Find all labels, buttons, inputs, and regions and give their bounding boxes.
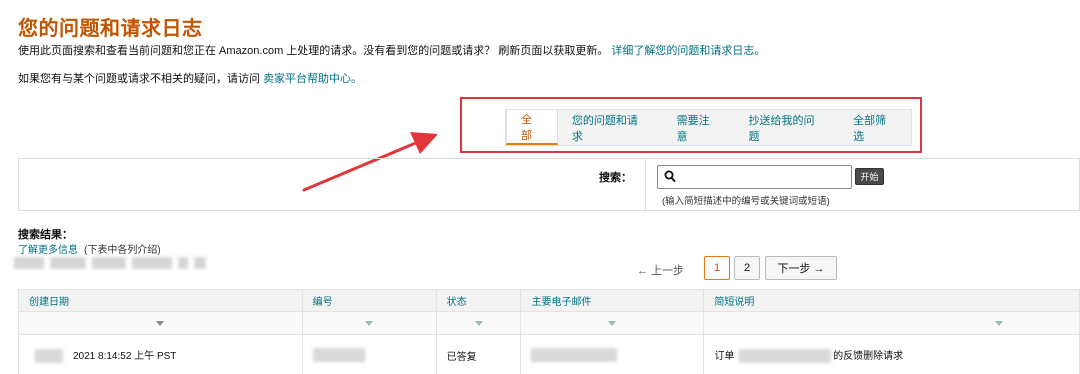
cell-email	[520, 334, 705, 374]
search-panel	[18, 158, 1080, 211]
help-text: 如果您有与某个问题或请求不相关的疑问，请访问 卖家平台帮助中心。	[18, 70, 362, 86]
seller-help-center-link[interactable]: 卖家平台帮助中心。	[263, 73, 362, 85]
redacted-block	[194, 257, 206, 269]
tab-your-issues[interactable]: 您的问题和请求	[558, 110, 663, 145]
start-search-button[interactable]: 开始	[855, 168, 884, 185]
filter-cell	[435, 311, 522, 335]
help-description: 如果您有与某个问题或请求不相关的疑问，请访问	[18, 73, 260, 85]
learn-more-note: (下表中各列介绍)	[84, 245, 161, 256]
filter-cell	[703, 311, 1080, 335]
redacted-block	[35, 349, 63, 364]
column-primary-email[interactable]: 主要电子邮件	[520, 289, 705, 312]
redacted-block	[92, 257, 126, 269]
intro-text: 使用此页面搜索和查看当前问题和您正在 Amazon.com 上处理的请求。没有看…	[18, 42, 765, 58]
tab-all-filters[interactable]: 全部筛选	[839, 110, 911, 145]
sort-down-icon[interactable]	[156, 320, 165, 326]
redacted-block	[312, 348, 365, 362]
description-prefix: 订单	[714, 350, 735, 362]
cell-description: 订单 的反馈删除请求	[703, 334, 1080, 374]
table-row[interactable]: 2021 8:14:52 上午 PST 已答复 订单 的反馈删除请求	[18, 334, 1080, 374]
cell-status: 已答复	[435, 334, 522, 374]
results-title: 搜索结果：	[18, 229, 73, 241]
filter-tabs: 全部 您的问题和请求 需要注意 抄送给我的问题 全部筛选	[505, 109, 912, 146]
cell-id	[301, 334, 437, 374]
search-hint: (输入简短描述中的编号或关键词或短语)	[662, 196, 830, 207]
filter-row	[18, 311, 1080, 335]
search-input[interactable]	[680, 168, 848, 186]
redacted-block	[739, 349, 832, 364]
search-icon	[664, 170, 676, 182]
learn-about-log-link[interactable]: 详细了解您的问题和请求日志。	[611, 45, 765, 57]
redacted-block	[50, 257, 86, 269]
search-label: 搜索：	[599, 172, 632, 184]
tab-cc-issues[interactable]: 抄送给我的问题	[734, 110, 839, 145]
filter-cell	[301, 311, 437, 335]
sort-down-icon[interactable]	[365, 320, 374, 326]
sort-down-icon[interactable]	[995, 320, 1003, 326]
table-header-row: 创建日期 编号 状态 主要电子邮件 简短说明	[18, 289, 1080, 312]
filter-cell	[520, 311, 705, 335]
page-title: 您的问题和请求日志	[18, 18, 203, 40]
redacted-block	[531, 348, 618, 362]
column-id[interactable]: 编号	[301, 289, 437, 312]
learn-more-row: 了解更多信息 (下表中各列介绍)	[18, 241, 161, 256]
previous-page-link[interactable]: ← 上一步	[637, 262, 684, 278]
tab-all[interactable]: 全部	[506, 110, 558, 145]
cell-date: 2021 8:14:52 上午 PST	[18, 334, 303, 374]
page-1-button[interactable]: 1	[704, 256, 730, 280]
learn-more-link[interactable]: 了解更多信息	[18, 245, 78, 256]
redacted-block	[14, 257, 44, 269]
sort-down-icon[interactable]	[608, 320, 617, 326]
search-field[interactable]	[657, 165, 852, 189]
description-suffix: 的反馈删除请求	[833, 350, 904, 362]
redacted-block	[178, 257, 188, 269]
column-status[interactable]: 状态	[435, 289, 522, 312]
page-2-button[interactable]: 2	[734, 256, 760, 280]
intro-description: 使用此页面搜索和查看当前问题和您正在 Amazon.com 上处理的请求。没有看…	[18, 45, 609, 57]
filter-cell	[18, 311, 303, 335]
created-date-text: 2021 8:14:52 上午 PST	[73, 350, 177, 362]
divider	[645, 158, 646, 211]
next-page-button[interactable]: 下一步 →	[765, 256, 837, 280]
tab-needs-attention[interactable]: 需要注意	[663, 110, 735, 145]
redacted-summary	[14, 257, 206, 269]
issues-table: 创建日期 编号 状态 主要电子邮件 简短说明 2021 8:14:52 上午 P…	[18, 289, 1080, 374]
sort-down-icon[interactable]	[474, 320, 483, 326]
column-created-date[interactable]: 创建日期	[18, 289, 303, 312]
redacted-block	[132, 257, 172, 269]
column-short-description[interactable]: 简短说明	[703, 289, 1080, 312]
